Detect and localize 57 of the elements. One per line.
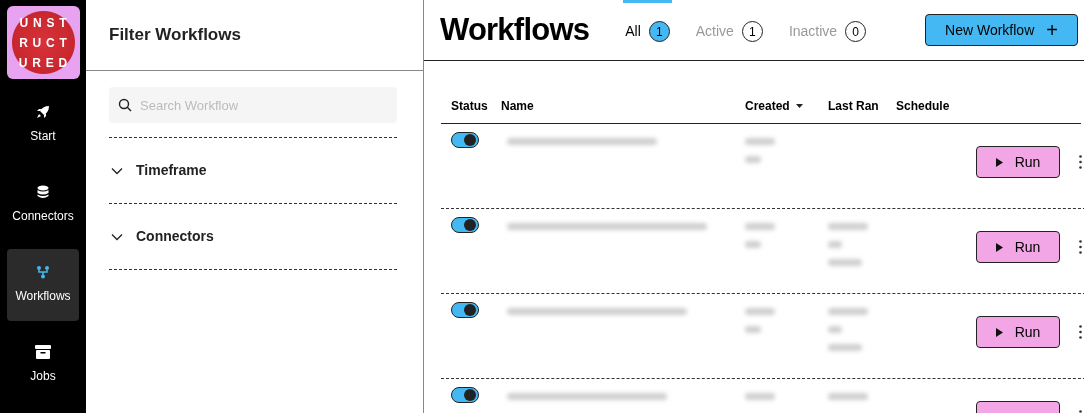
branch-icon: [36, 265, 50, 279]
nav-item[interactable]: Connectors: [7, 169, 79, 241]
column-header: Schedule: [896, 98, 950, 116]
blurred-text: [745, 308, 775, 316]
count-badge: 1: [741, 21, 763, 43]
blurred-text: [828, 223, 868, 231]
blurred-text: [828, 241, 842, 249]
toggle-switch[interactable]: [451, 132, 479, 149]
play-icon: [995, 327, 1003, 337]
blurred-text: [745, 393, 775, 401]
filter-tab[interactable]: Active 1: [693, 0, 765, 61]
blurred-text: [828, 393, 868, 401]
nav-item[interactable]: Start: [7, 89, 79, 161]
logo-text: URED: [17, 54, 72, 72]
play-icon: [995, 242, 1003, 252]
run-button[interactable]: Run: [976, 231, 1060, 264]
blurred-text: [745, 241, 761, 249]
count-badge: 0: [845, 21, 867, 43]
run-button[interactable]: Run: [976, 146, 1060, 179]
toggle-switch[interactable]: [451, 302, 479, 319]
filter-tab[interactable]: All 1: [623, 0, 672, 61]
column-header: Name: [501, 98, 534, 116]
blurred-text: [828, 259, 862, 267]
blurred-text: [745, 223, 775, 231]
blurred-text: [828, 326, 842, 334]
more-icon[interactable]: [1079, 155, 1082, 170]
sort-icon[interactable]: [795, 104, 803, 109]
count-badge: 1: [648, 21, 670, 43]
search-field[interactable]: Search Workflow: [109, 87, 397, 123]
run-button[interactable]: Run: [976, 316, 1060, 349]
nav-item[interactable]: Workflows: [7, 249, 79, 321]
column-header: Status: [451, 98, 488, 116]
nav-item[interactable]: Jobs: [7, 329, 79, 401]
more-icon[interactable]: [1079, 325, 1082, 340]
more-icon[interactable]: [1079, 240, 1082, 255]
new-workflow-button[interactable]: New Workflow +: [925, 14, 1078, 47]
play-icon: [995, 157, 1003, 167]
blurred-text: [745, 138, 775, 146]
filter-section-header[interactable]: Connectors: [136, 226, 214, 247]
column-header: Last Ran: [828, 98, 879, 116]
toggle-switch[interactable]: [451, 217, 479, 234]
toggle-switch[interactable]: [451, 387, 479, 404]
filter-section-header[interactable]: Timeframe: [136, 160, 207, 181]
blurred-text: [745, 156, 761, 164]
logo-text: RUCT: [18, 34, 72, 52]
panel-title: Filter Workflows: [109, 24, 241, 47]
page-title: Workflows: [440, 10, 590, 49]
blurred-text: [745, 326, 761, 334]
column-header[interactable]: Created: [745, 97, 790, 116]
blurred-text: [828, 308, 868, 316]
rocket-icon: [36, 105, 50, 119]
filter-tab[interactable]: Inactive 0: [786, 0, 869, 61]
blurred-text: [828, 344, 862, 352]
database-icon: [37, 185, 49, 199]
search-icon: [118, 98, 132, 112]
archive-icon: [35, 345, 51, 359]
logo-text: UNST: [18, 14, 72, 32]
